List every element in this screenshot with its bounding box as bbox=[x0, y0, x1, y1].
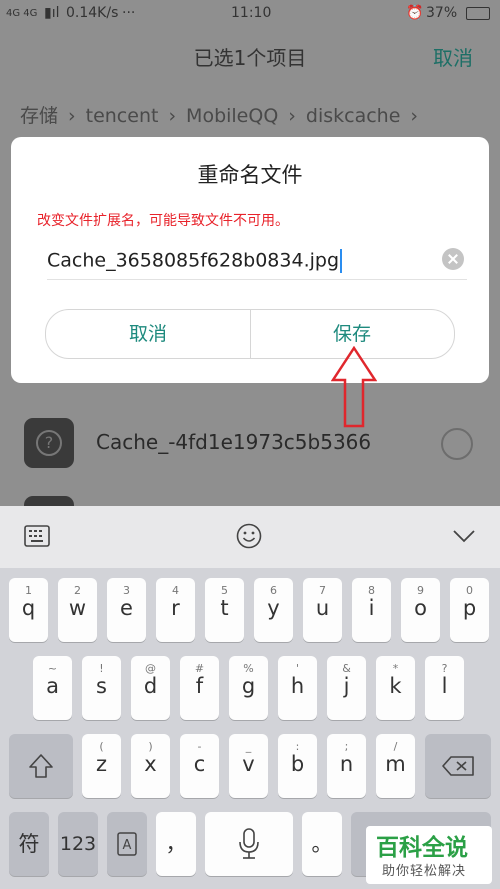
key-b[interactable]: :b bbox=[278, 734, 317, 798]
key-y[interactable]: 6y bbox=[254, 578, 293, 642]
comma-key[interactable]: ， bbox=[156, 812, 196, 876]
language-switch-key[interactable]: A bbox=[107, 812, 147, 876]
page-title: 已选1个项目 bbox=[193, 46, 307, 70]
key-l[interactable]: ? l bbox=[425, 656, 464, 720]
chevron-right-icon: › bbox=[68, 105, 76, 127]
text-cursor bbox=[340, 249, 343, 273]
breadcrumb-item[interactable]: diskcache bbox=[306, 105, 401, 127]
status-bar: 4G 4G ▮ıl 0.14K/s ··· 11:10 ⏰ 37% bbox=[0, 0, 500, 28]
key-m[interactable]: / m bbox=[376, 734, 415, 798]
watermark-logo: 百科全说 助你轻松解决 bbox=[366, 826, 492, 884]
key-v[interactable]: _ v bbox=[229, 734, 268, 798]
header-cancel-button[interactable]: 取消 bbox=[433, 42, 473, 71]
key-j[interactable]: & j bbox=[327, 656, 366, 720]
breadcrumb: 存储 › tencent › MobileQQ › diskcache › bbox=[20, 101, 428, 128]
key-q[interactable]: 1q bbox=[9, 578, 48, 642]
more-dots: ··· bbox=[122, 5, 136, 21]
microphone-icon bbox=[239, 828, 259, 859]
key-r[interactable]: 4r bbox=[156, 578, 195, 642]
chevron-right-icon: › bbox=[410, 105, 419, 127]
key-d[interactable]: @ d bbox=[131, 656, 170, 720]
selection-header: 已选1个项目 取消 bbox=[0, 28, 500, 84]
key-x[interactable]: ) x bbox=[131, 734, 170, 798]
network-speed: 0.14K/s bbox=[66, 5, 119, 21]
keyboard-toolbar bbox=[0, 506, 500, 569]
key-p[interactable]: 0p bbox=[450, 578, 489, 642]
file-name: Cache_-4fd1e1973c5b5366 bbox=[96, 430, 372, 454]
dialog-title: 重命名文件 bbox=[197, 163, 303, 187]
breadcrumb-item[interactable]: 存储 bbox=[20, 105, 58, 127]
key-h[interactable]: ' h bbox=[278, 656, 317, 720]
file-icon bbox=[24, 496, 74, 506]
key-f[interactable]: # f bbox=[180, 656, 219, 720]
key-s[interactable]: ! s bbox=[82, 656, 121, 720]
dialog-actions: 取消 保存 bbox=[45, 309, 455, 359]
filename-value: Cache_3658085f628b0834.jpg bbox=[47, 249, 340, 272]
shift-icon bbox=[29, 754, 53, 778]
filename-input[interactable]: Cache_3658085f628b0834.jpg bbox=[47, 241, 467, 280]
battery-icon bbox=[466, 7, 490, 20]
shift-key[interactable] bbox=[9, 734, 73, 798]
chevron-right-icon: › bbox=[288, 105, 296, 127]
watermark-subtitle: 助你轻松解决 bbox=[382, 864, 467, 879]
annotation-arrow-icon bbox=[331, 346, 377, 428]
cancel-button[interactable]: 取消 bbox=[46, 310, 251, 358]
symbol-key[interactable]: 符 bbox=[9, 812, 49, 876]
emoji-icon[interactable] bbox=[236, 523, 262, 549]
watermark-title: 百科全说 bbox=[376, 835, 468, 861]
key-i[interactable]: 8i bbox=[352, 578, 391, 642]
language-switch-icon: A bbox=[117, 832, 137, 856]
list-item[interactable]: ? Cache_-4fd1e1973c5b5366 bbox=[0, 404, 500, 482]
backspace-icon bbox=[442, 756, 474, 776]
key-g[interactable]: % g bbox=[229, 656, 268, 720]
key-e[interactable]: 3e bbox=[107, 578, 146, 642]
list-item[interactable] bbox=[0, 482, 500, 506]
backspace-key[interactable] bbox=[425, 734, 491, 798]
number-key[interactable]: 123 bbox=[58, 812, 98, 876]
clock: 11:10 bbox=[231, 5, 272, 21]
unknown-file-icon: ? bbox=[24, 418, 74, 468]
key-c[interactable]: -c bbox=[180, 734, 219, 798]
network-indicator: 4G 4G bbox=[6, 8, 38, 19]
breadcrumb-item[interactable]: tencent bbox=[86, 105, 159, 127]
key-u[interactable]: 7u bbox=[303, 578, 342, 642]
keyboard-switch-icon[interactable] bbox=[24, 525, 50, 547]
extension-warning: 改变文件扩展名，可能导致文件不可用。 bbox=[37, 213, 289, 229]
key-n[interactable]: ; n bbox=[327, 734, 366, 798]
alarm-icon: ⏰ bbox=[406, 5, 424, 21]
period-key[interactable]: 。 bbox=[302, 812, 342, 876]
key-t[interactable]: 5t bbox=[205, 578, 244, 642]
key-o[interactable]: 9o bbox=[401, 578, 440, 642]
breadcrumb-item[interactable]: MobileQQ bbox=[186, 105, 278, 127]
signal-icon: ▮ıl bbox=[44, 5, 60, 21]
voice-input-key[interactable] bbox=[205, 812, 293, 876]
checkbox[interactable] bbox=[441, 428, 473, 460]
key-k[interactable]: * k bbox=[376, 656, 415, 720]
battery-percent: 37% bbox=[426, 5, 458, 21]
key-a[interactable]: ~ a bbox=[33, 656, 72, 720]
svg-text:A: A bbox=[123, 838, 132, 853]
clear-icon[interactable] bbox=[442, 248, 464, 270]
key-w[interactable]: 2w bbox=[58, 578, 97, 642]
chevron-down-icon[interactable] bbox=[452, 529, 476, 543]
chevron-right-icon: › bbox=[168, 105, 177, 127]
rename-dialog: 重命名文件 改变文件扩展名，可能导致文件不可用。 Cache_3658085f6… bbox=[11, 137, 489, 383]
key-z[interactable]: (z bbox=[82, 734, 121, 798]
